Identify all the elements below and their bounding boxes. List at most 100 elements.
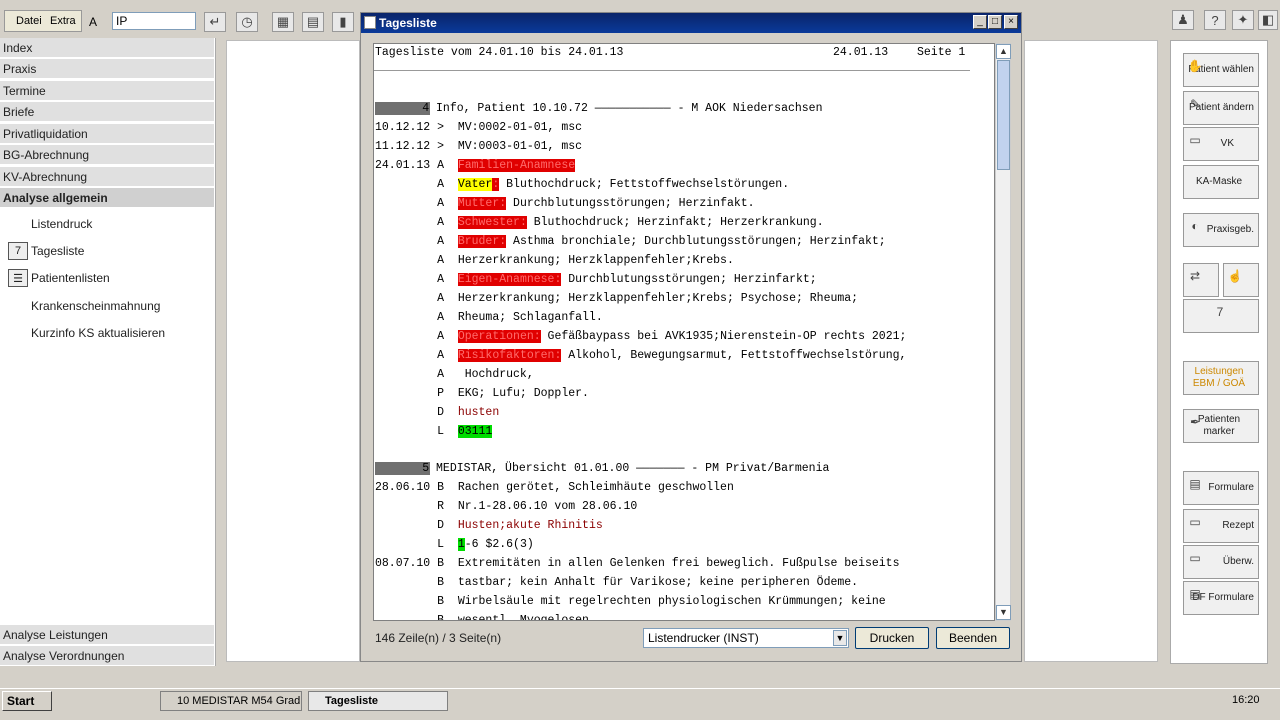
scroll-down-icon[interactable]: ▼ (996, 605, 1011, 620)
sub-krankenscheinmahnung[interactable]: Krankenscheinmahnung (31, 296, 160, 316)
main-pane-left (226, 40, 360, 662)
maximize-button[interactable]: □ (988, 15, 1002, 29)
report-line: B wesentl. Myogelosen (375, 614, 589, 621)
nav-bg-abrechnung[interactable]: BG-Abrechnung (0, 145, 214, 165)
hand-icon: ✋ (1187, 59, 1203, 73)
nav-analyse-leistungen[interactable]: Analyse Leistungen (0, 625, 214, 645)
report-line: A Rheuma; Schlaganfall. (375, 311, 603, 324)
doc-icon[interactable]: ▮ (332, 12, 354, 32)
enter-icon[interactable]: ↵ (204, 12, 226, 32)
sub-listendruck[interactable]: Listendruck (31, 214, 92, 234)
close-dialog-button[interactable]: Beenden (936, 627, 1010, 649)
report-line: A Herzerkrankung; Herzklappenfehler;Kreb… (375, 254, 734, 267)
nav-privatliquidation[interactable]: Privatliquidation (0, 124, 214, 144)
search-input[interactable] (112, 12, 196, 30)
report-line: 5 MEDISTAR, Übersicht 01.01.00 ——————— -… (375, 460, 829, 478)
chevron-down-icon[interactable]: ▼ (833, 630, 847, 646)
report-line: A Schwester: Bluthochdruck; Herzinfakt; … (375, 216, 824, 229)
calendar7-icon: 7 (1216, 305, 1224, 319)
report-line: A Vater: Bluthochdruck; Fettstoffwechsel… (375, 178, 790, 191)
report-line: D husten (375, 406, 500, 419)
report-line: 4 Info, Patient 10.10.72 ——————————— - M… (375, 100, 823, 118)
patienten-marker-button[interactable]: ✒ Patienten marker (1183, 409, 1259, 443)
group-icon[interactable]: ▦ (272, 12, 294, 32)
task-tagesliste[interactable]: Tagesliste (308, 691, 448, 711)
scroll-thumb[interactable] (997, 60, 1010, 170)
task-medistar[interactable]: 10 MEDISTAR M54 Gradl... (160, 691, 302, 711)
printer-select[interactable]: Listendrucker (INST) (643, 628, 849, 648)
report-line: R Nr.1-28.06.10 vom 28.06.10 (375, 500, 638, 513)
marker-icon: ✒ (1189, 415, 1201, 429)
hat-icon[interactable]: ♟ (1172, 10, 1194, 30)
report-line: 24.01.13 A Familien-Anamnese (375, 159, 576, 172)
mode-label: A (89, 15, 98, 29)
minimize-button[interactable]: _ (973, 15, 987, 29)
rezept-button[interactable]: ▭ Rezept (1183, 509, 1259, 543)
report-header: Tagesliste vom 24.01.10 bis 24.01.13 24.0… (375, 46, 966, 59)
sub-patientenlisten[interactable]: ☰ Patientenlisten (8, 268, 110, 288)
sub-tagesliste[interactable]: 7 Tagesliste (8, 241, 84, 261)
formulare-button[interactable]: ▤ Formulare (1183, 471, 1259, 505)
report-line: A Hochdruck, (375, 368, 534, 381)
report-line: 11.12.12 > MV:0003-01-01, msc (375, 140, 583, 153)
tool-a-button[interactable]: ⇄ (1183, 263, 1219, 297)
df-formulare-button[interactable]: ▤ DF Formulare (1183, 581, 1259, 615)
patient-waehlen-button[interactable]: ✋ Patient wählen (1183, 53, 1259, 87)
report-line: A Mutter: Durchblutungsstörungen; Herzin… (375, 197, 755, 210)
report-line: B Wirbelsäule mit regelrechten physiolog… (375, 595, 886, 608)
print-button[interactable]: Drucken (855, 627, 929, 649)
dialog-titlebar[interactable]: Tagesliste (361, 13, 1021, 33)
list-icon: ☰ (8, 269, 28, 287)
window-icon (364, 16, 376, 29)
leistungen-button[interactable]: Leistungen EBM / GOÄ (1183, 361, 1259, 395)
praxisgeb-button[interactable]: ◐ Praxisgeb. (1183, 213, 1259, 247)
close-button[interactable]: × (1004, 15, 1018, 29)
vk-button[interactable]: ▭ VK (1183, 127, 1259, 161)
help-icon[interactable]: ? (1204, 10, 1226, 30)
report-line: A Herzerkrankung; Herzklappenfehler;Kreb… (375, 292, 859, 305)
tool-b-button[interactable]: ☝ (1223, 263, 1259, 297)
hand2-icon: ☝ (1227, 269, 1243, 283)
sub-kurzinfo[interactable]: Kurzinfo KS aktualisieren (31, 323, 165, 343)
report-line: D Husten;akute Rhinitis (375, 519, 603, 532)
header-divider (374, 70, 970, 71)
nav-analyse-verordnungen[interactable]: Analyse Verordnungen (0, 646, 214, 666)
menu-datei[interactable]: Datei (16, 13, 42, 31)
report-line: A Bruder: Asthma bronchiale; Durchblutun… (375, 235, 886, 248)
report-line: 08.07.10 B Extremitäten in allen Gelenke… (375, 557, 900, 570)
report-line: L 1-6 $2.6(3) (375, 538, 534, 551)
clock-icon[interactable]: ◷ (236, 12, 258, 32)
calendar-icon: 7 (8, 242, 28, 260)
pen-icon: ✎ (1189, 97, 1201, 111)
transfer-icon: ▭ (1189, 551, 1201, 565)
nav-kv-abrechnung[interactable]: KV-Abrechnung (0, 167, 214, 187)
vertical-scrollbar[interactable]: ▲ ▼ (995, 43, 1011, 621)
menu-extra[interactable]: Extra (50, 13, 76, 31)
nav-praxis[interactable]: Praxis (0, 59, 214, 79)
scroll-up-icon[interactable]: ▲ (996, 44, 1011, 59)
patient-aendern-button[interactable]: ✎ Patient ändern (1183, 91, 1259, 125)
card-icon: ▭ (1189, 133, 1201, 147)
start-button[interactable]: Start (2, 691, 52, 711)
nav-termine[interactable]: Termine (0, 81, 214, 101)
calendar-button[interactable]: 7 (1183, 299, 1259, 333)
sql-icon[interactable]: ◧ (1258, 10, 1278, 30)
report-line: 28.06.10 B Rachen gerötet, Schleimhäute … (375, 481, 734, 494)
nav-analyse-allgemein[interactable]: Analyse allgemein (0, 188, 214, 208)
arrow-icon: ⇄ (1189, 269, 1201, 283)
status-text: 146 Zeile(n) / 3 Seite(n) (375, 631, 502, 645)
report-line: A Risikofaktoren: Alkohol, Bewegungsarmu… (375, 349, 907, 362)
form-icon: ▤ (1189, 477, 1201, 491)
tool-icon[interactable]: ▤ (302, 12, 324, 32)
report-line: B tastbar; kein Anhalt für Varikose; kei… (375, 576, 859, 589)
report-view: Tagesliste vom 24.01.10 bis 24.01.13 24.0… (373, 43, 995, 621)
coin-icon: ◐ (1191, 219, 1199, 233)
df-icon: ▤ (1189, 587, 1201, 601)
nav-index[interactable]: Index (0, 38, 214, 58)
right-panel: ✋ Patient wählen ✎ Patient ändern ▭ VK KA-M… (1170, 40, 1268, 664)
nav-briefe[interactable]: Briefe (0, 102, 214, 122)
report-line: A Operationen: Gefäßbaypass bei AVK1935;… (375, 330, 907, 343)
ueberw-button[interactable]: ▭ Überw. (1183, 545, 1259, 579)
new-icon[interactable]: ✦ (1232, 10, 1254, 30)
ka-maske-button[interactable]: KA-Maske (1183, 165, 1259, 199)
